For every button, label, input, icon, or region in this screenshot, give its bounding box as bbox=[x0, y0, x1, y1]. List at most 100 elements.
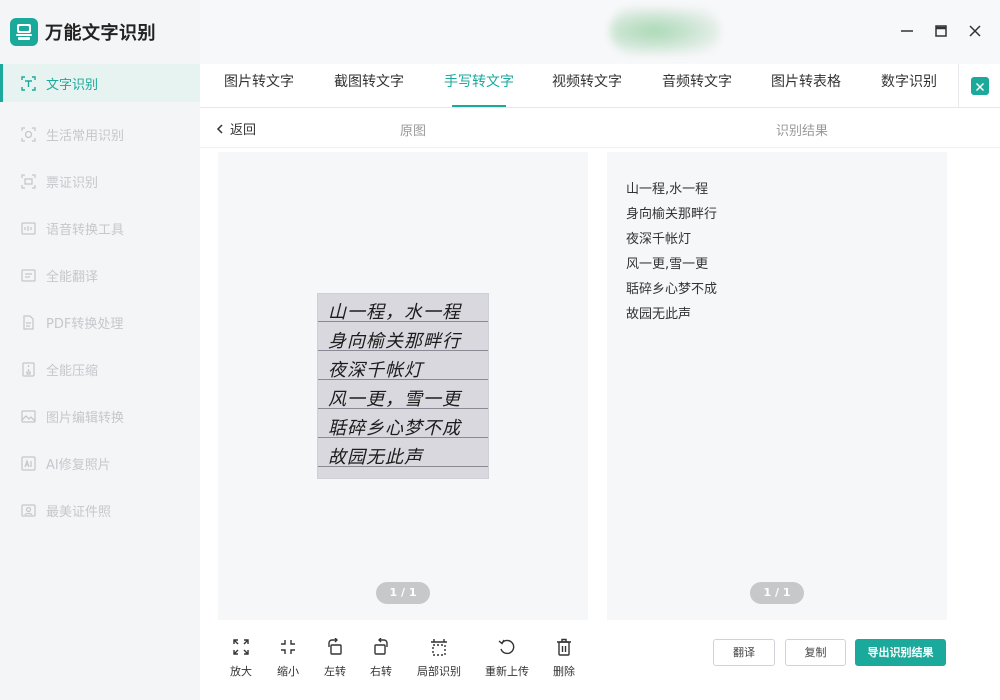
close-icon bbox=[968, 23, 982, 42]
original-image-title: 原图 bbox=[400, 124, 427, 139]
handwriting-image: 山一程，水一程 身向榆关那畔行 夜深千帐灯 风一更，雪一更 聒碎乡心梦不成 故园… bbox=[317, 293, 489, 479]
feature-tabs: 图片转文字 截图转文字 手写转文字 视频转文字 音频转文字 图片转表格 数字识别 bbox=[200, 64, 1000, 108]
tabs-expand-button[interactable] bbox=[970, 77, 989, 96]
tab-audio-to-text[interactable]: 音频转文字 bbox=[662, 64, 732, 108]
tab-screenshot-to-text[interactable]: 截图转文字 bbox=[334, 64, 404, 108]
translate-button[interactable]: 翻译 bbox=[713, 639, 775, 666]
zoom-out-icon bbox=[277, 636, 299, 658]
sidebar-item-label: AI修复照片 bbox=[46, 458, 111, 473]
sidebar-item-pdf[interactable]: PDF转换处理 bbox=[0, 299, 200, 346]
sidebar-item-label: 语音转换工具 bbox=[46, 223, 125, 238]
sidebar-item-voice-convert[interactable]: 语音转换工具 bbox=[0, 205, 200, 252]
tool-label: 右转 bbox=[370, 665, 392, 678]
sidebar-item-translate[interactable]: 全能翻译 bbox=[0, 252, 200, 299]
copy-button[interactable]: 复制 bbox=[785, 639, 846, 666]
tool-label: 左转 bbox=[324, 665, 346, 678]
compress-icon bbox=[20, 362, 36, 378]
partial-recognize-icon bbox=[428, 636, 450, 658]
user-avatar[interactable] bbox=[610, 8, 720, 54]
sidebar-item-label: 票证识别 bbox=[46, 176, 99, 191]
app-title: 万能文字识别 bbox=[45, 23, 156, 44]
close-icon bbox=[975, 77, 985, 96]
original-image-panel: 山一程，水一程 身向榆关那畔行 夜深千帐灯 风一更，雪一更 聒碎乡心梦不成 故园… bbox=[218, 152, 588, 620]
id-photo-icon bbox=[20, 503, 36, 519]
sidebar-item-label: 全能翻译 bbox=[46, 270, 99, 285]
export-result-button[interactable]: 导出识别结果 bbox=[855, 639, 946, 666]
rotate-right-icon bbox=[370, 636, 392, 658]
sidebar: 万能文字识别 文字识别 生活常用识别 票证识别 语音转换工具 全能翻译 PDF转… bbox=[0, 0, 200, 700]
back-button[interactable]: 返回 bbox=[216, 119, 256, 138]
tool-label: 重新上传 bbox=[485, 665, 529, 678]
handwriting-line: 山一程，水一程 bbox=[328, 302, 461, 323]
original-page-indicator: 1 / 1 bbox=[376, 582, 430, 604]
tool-label: 局部识别 bbox=[417, 665, 461, 678]
title-bar bbox=[200, 0, 1000, 64]
partial-recognize-button[interactable]: 局部识别 bbox=[414, 636, 464, 679]
sidebar-item-life-recognition[interactable]: 生活常用识别 bbox=[0, 111, 200, 158]
tabs-more bbox=[958, 64, 1000, 108]
result-line: 山一程,水一程 bbox=[626, 182, 709, 197]
result-page-indicator: 1 / 1 bbox=[750, 582, 804, 604]
result-line: 夜深千帐灯 bbox=[626, 232, 692, 247]
ai-repair-icon bbox=[20, 456, 36, 472]
translate-icon bbox=[20, 268, 36, 284]
zoom-in-icon bbox=[230, 636, 252, 658]
result-line: 故园无此声 bbox=[626, 307, 692, 322]
maximize-button[interactable] bbox=[929, 20, 953, 44]
delete-button[interactable]: 删除 bbox=[539, 636, 589, 679]
result-text[interactable]: 山一程,水一程 身向榆关那畔行 夜深千帐灯 风一更,雪一更 聒碎乡心梦不成 故园… bbox=[626, 180, 717, 330]
tab-handwriting-to-text[interactable]: 手写转文字 bbox=[444, 64, 514, 108]
app-logo-icon bbox=[10, 18, 38, 46]
sidebar-item-label: 生活常用识别 bbox=[46, 129, 125, 144]
rotate-left-button[interactable]: 左转 bbox=[310, 636, 360, 679]
sidebar-item-id-photo[interactable]: 最美证件照 bbox=[0, 487, 200, 534]
voice-convert-icon bbox=[20, 221, 36, 237]
minimize-button[interactable] bbox=[895, 20, 919, 44]
tool-label: 缩小 bbox=[277, 665, 299, 678]
reupload-button[interactable]: 重新上传 bbox=[482, 636, 532, 679]
pdf-icon bbox=[20, 315, 36, 331]
trash-icon bbox=[553, 636, 575, 658]
result-line: 身向榆关那畔行 bbox=[626, 207, 718, 222]
zoom-out-button[interactable]: 缩小 bbox=[263, 636, 313, 679]
recognition-result-title: 识别结果 bbox=[776, 124, 829, 139]
handwriting-line: 风一更，雪一更 bbox=[328, 389, 461, 410]
handwriting-line: 身向榆关那畔行 bbox=[328, 331, 461, 352]
tool-label: 放大 bbox=[230, 665, 252, 678]
tab-image-to-text[interactable]: 图片转文字 bbox=[224, 64, 294, 108]
zoom-in-button[interactable]: 放大 bbox=[216, 636, 266, 679]
back-label: 返回 bbox=[230, 123, 257, 138]
tool-label: 删除 bbox=[553, 665, 575, 678]
sidebar-item-ticket-recognition[interactable]: 票证识别 bbox=[0, 158, 200, 205]
sidebar-item-label: 全能压缩 bbox=[46, 364, 99, 379]
tab-number-recognition[interactable]: 数字识别 bbox=[881, 64, 937, 108]
recognition-result-panel: 山一程,水一程 身向榆关那畔行 夜深千帐灯 风一更,雪一更 聒碎乡心梦不成 故园… bbox=[607, 152, 947, 620]
tab-video-to-text[interactable]: 视频转文字 bbox=[552, 64, 622, 108]
sidebar-item-label: 图片编辑转换 bbox=[46, 411, 125, 426]
scan-text-icon bbox=[20, 75, 36, 91]
sidebar-item-label: PDF转换处理 bbox=[46, 317, 124, 332]
handwriting-line: 聒碎乡心梦不成 bbox=[328, 418, 461, 439]
minimize-icon bbox=[900, 23, 914, 42]
sidebar-item-label: 文字识别 bbox=[46, 77, 99, 93]
sidebar-item-label: 最美证件照 bbox=[46, 505, 112, 520]
close-button[interactable] bbox=[963, 20, 987, 44]
sidebar-item-text-recognition[interactable]: 文字识别 bbox=[0, 64, 200, 102]
image-edit-icon bbox=[20, 409, 36, 425]
scan-life-icon bbox=[20, 127, 36, 143]
sidebar-item-image-edit[interactable]: 图片编辑转换 bbox=[0, 393, 200, 440]
tab-image-to-table[interactable]: 图片转表格 bbox=[771, 64, 841, 108]
sub-header: 返回 原图 识别结果 bbox=[200, 108, 1000, 148]
maximize-icon bbox=[934, 23, 948, 42]
brand: 万能文字识别 bbox=[0, 0, 200, 64]
reupload-icon bbox=[496, 636, 518, 658]
result-line: 聒碎乡心梦不成 bbox=[626, 282, 718, 297]
handwriting-line: 故园无此声 bbox=[328, 447, 423, 468]
rotate-left-icon bbox=[324, 636, 346, 658]
rotate-right-button[interactable]: 右转 bbox=[356, 636, 406, 679]
chevron-left-icon bbox=[216, 123, 224, 134]
sidebar-item-compress[interactable]: 全能压缩 bbox=[0, 346, 200, 393]
main-content: 山一程，水一程 身向榆关那畔行 夜深千帐灯 风一更，雪一更 聒碎乡心梦不成 故园… bbox=[200, 148, 1000, 700]
ticket-scan-icon bbox=[20, 174, 36, 190]
sidebar-item-ai-repair[interactable]: AI修复照片 bbox=[0, 440, 200, 487]
